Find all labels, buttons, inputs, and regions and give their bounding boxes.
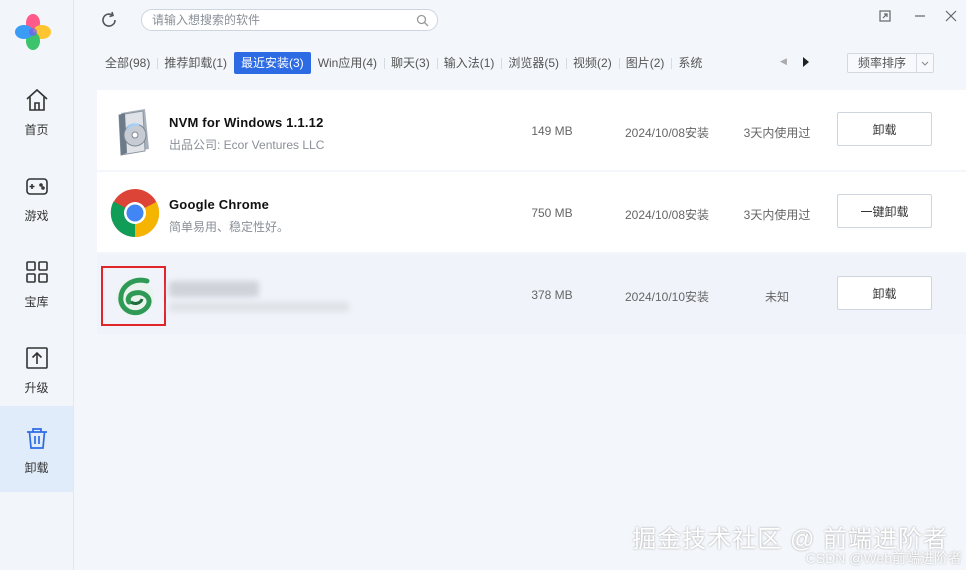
tab-browser[interactable]: 浏览器(5) [501,52,566,74]
search-box[interactable] [141,9,438,31]
tab-scroll-right-icon[interactable] [800,55,812,69]
upgrade-icon [25,346,48,369]
sidebar-item-label: 宝库 [24,294,49,309]
list-item: 378 MB 2024/10/10安装 未知 卸载 [97,254,966,334]
one-click-uninstall-button[interactable]: 一键卸载 [837,194,932,228]
sidebar-item-label: 卸载 [24,460,49,475]
highlight-box [101,266,166,326]
app-usage: 3天内使用过 [743,126,811,140]
tab-system[interactable]: 系统 [671,52,709,74]
search-icon[interactable] [416,14,429,27]
app-size: 750 MB [531,206,573,220]
app-publisher: 出品公司: Ecor Ventures LLC [169,138,325,152]
app-description: 简单易用、稳定性好。 [169,220,290,234]
app-name: Google Chrome [169,197,270,212]
sidebar-item-library[interactable]: 宝库 [0,240,73,326]
sidebar-item-uninstall[interactable]: 卸载 [0,406,73,492]
list-item: NVM for Windows 1.1.12 出品公司: Ecor Ventur… [97,90,966,170]
app-install-date: 2024/10/10安装 [624,290,710,304]
sort-dropdown[interactable]: 频率排序 [847,53,934,73]
chevron-down-icon [917,54,933,72]
home-icon [25,88,48,111]
app-size: 378 MB [531,288,573,302]
tab-scroll-left-icon[interactable]: ◀ [780,56,787,67]
minimize-icon[interactable] [912,8,928,24]
tab-win-apps[interactable]: Win应用(4) [311,52,384,74]
tab-all[interactable]: 全部(98) [98,52,157,74]
sidebar-item-games[interactable]: 游戏 [0,154,73,240]
app-install-date: 2024/10/08安装 [624,126,710,140]
sidebar: 首页 游戏 宝库 升级 卸载 [0,0,74,570]
blurred-app-name [169,281,259,297]
tab-video[interactable]: 视频(2) [566,52,619,74]
tab-image[interactable]: 图片(2) [618,52,672,74]
tab-input-method[interactable]: 输入法(1) [436,52,502,74]
tab-chat[interactable]: 聊天(3) [384,52,437,74]
chrome-icon [110,189,160,238]
app-name: NVM for Windows 1.1.12 [169,115,324,130]
trash-icon [26,427,47,449]
restore-window-icon[interactable] [877,8,893,24]
gamepad-icon [25,177,48,195]
app-logo-icon [15,14,51,50]
sidebar-item-label: 首页 [24,122,49,137]
watermark-sub: CSDN @Web前端进阶者 [805,550,962,566]
search-input[interactable] [152,11,412,29]
sidebar-item-home[interactable]: 首页 [0,68,73,154]
list-item: Google Chrome 简单易用、稳定性好。 750 MB 2024/10/… [97,172,966,252]
sidebar-item-upgrade[interactable]: 升级 [0,326,73,412]
blurred-app-description [169,302,349,312]
app-size: 149 MB [531,124,573,138]
refresh-icon[interactable] [99,10,119,30]
close-icon[interactable] [943,8,959,24]
sort-label: 频率排序 [848,54,917,72]
app-install-date: 2024/10/08安装 [624,208,710,222]
uninstall-button[interactable]: 卸载 [837,112,932,146]
tab-recommended-uninstall[interactable]: 推荐卸载(1) [157,52,234,74]
app-usage: 未知 [764,290,789,304]
nvm-installer-icon [118,109,149,156]
tab-recently-installed[interactable]: 最近安装(3) [234,52,311,74]
sidebar-item-label: 升级 [24,380,49,395]
uninstall-button[interactable]: 卸载 [837,276,932,310]
sidebar-item-label: 游戏 [24,208,49,223]
app-usage: 3天内使用过 [743,208,811,222]
grid-icon [25,260,48,283]
category-tabs: 全部(98) 推荐卸载(1) 最近安装(3) Win应用(4) 聊天(3) 输入… [98,52,709,74]
